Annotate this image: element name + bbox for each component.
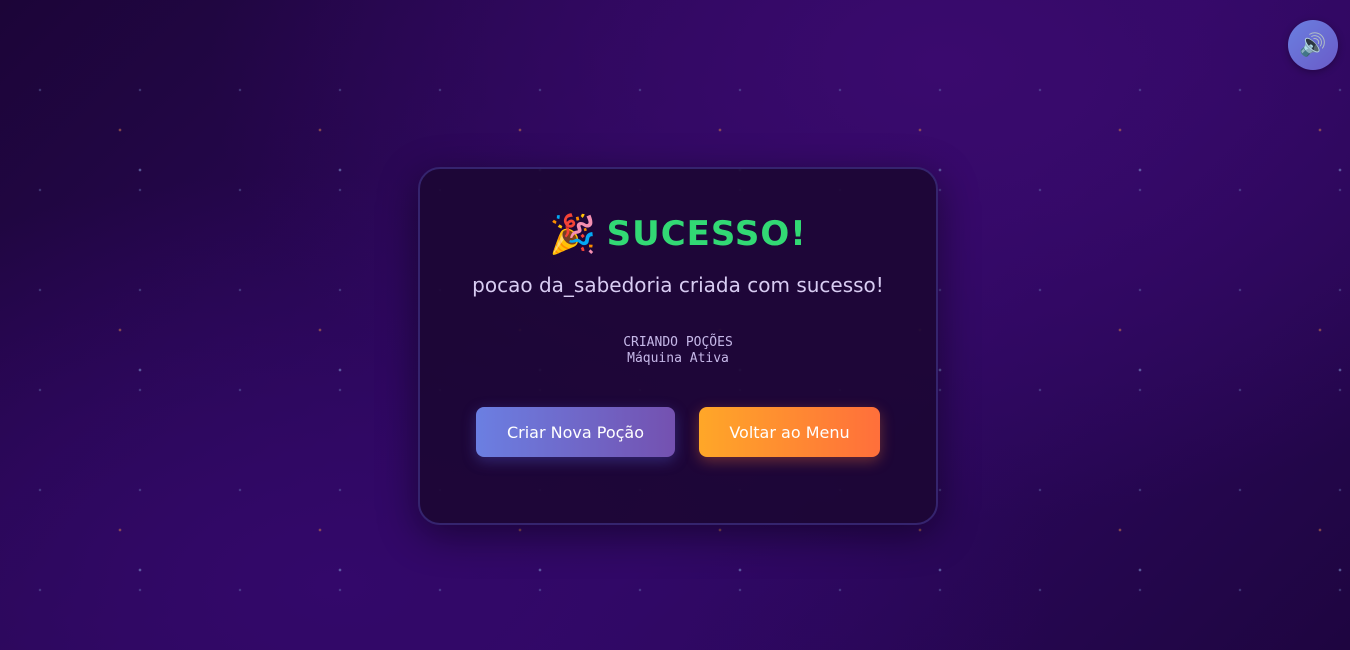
modal-title: 🎉 SUCESSO!	[420, 215, 936, 253]
title-text: SUCESSO!	[606, 214, 807, 254]
speaker-icon: 🔊	[1299, 32, 1327, 58]
status-line-2: Máquina Ativa	[627, 351, 729, 366]
success-message: pocao da_sabedoria criada com sucesso!	[472, 273, 884, 297]
back-to-menu-button[interactable]: Voltar ao Menu	[699, 407, 880, 457]
button-row: Criar Nova Poção Voltar ao Menu	[420, 407, 936, 457]
create-new-potion-button[interactable]: Criar Nova Poção	[476, 407, 675, 457]
success-modal: 🎉 SUCESSO! pocao da_sabedoria criada com…	[418, 167, 938, 525]
party-popper-icon: 🎉	[549, 212, 597, 256]
status-line-1: CRIANDO POÇÕES	[623, 335, 733, 350]
sound-toggle-button[interactable]: 🔊	[1288, 20, 1338, 70]
status-text: CRIANDO POÇÕES Máquina Ativa	[420, 335, 936, 367]
